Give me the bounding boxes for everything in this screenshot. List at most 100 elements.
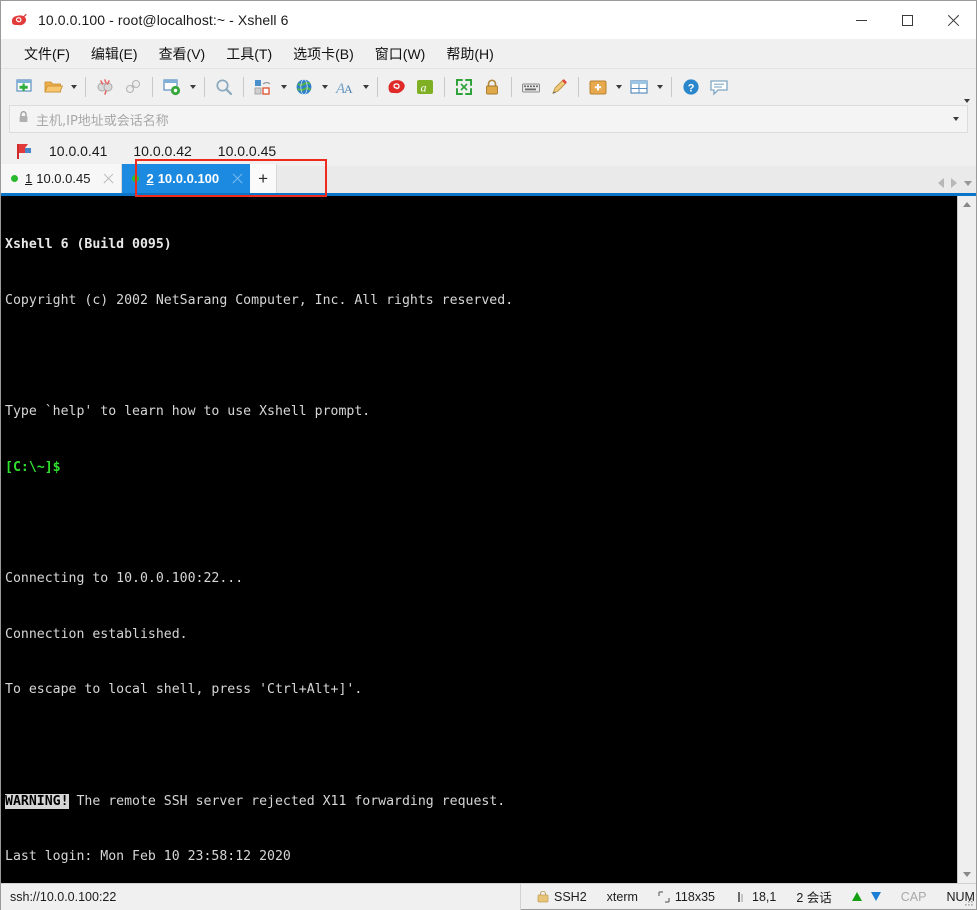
tab-session-2[interactable]: 2 10.0.0.100: [122, 164, 251, 193]
status-protocol: SSH2: [527, 884, 597, 910]
highlight-pen-button[interactable]: [545, 73, 573, 101]
terminal-line: Last login: Mon Feb 10 23:58:12 2020: [5, 849, 291, 865]
layout-dropdown[interactable]: [277, 73, 290, 101]
protocol-label: SSH2: [554, 889, 587, 904]
font-button[interactable]: A A: [331, 73, 359, 101]
menu-window[interactable]: 窗口(W): [366, 41, 435, 67]
svg-text:?: ?: [688, 83, 695, 95]
open-folder-dropdown[interactable]: [67, 73, 80, 101]
layout-button[interactable]: [249, 73, 277, 101]
toolbar-separator: [578, 77, 579, 97]
menu-edit[interactable]: 编辑(E): [82, 41, 147, 67]
tab-scroll-left-icon[interactable]: [938, 178, 944, 188]
menu-file[interactable]: 文件(F): [15, 41, 79, 67]
minimize-button[interactable]: [838, 1, 884, 39]
address-bar[interactable]: 主机,IP地址或会话名称: [9, 105, 968, 133]
status-connection: ssh://10.0.0.100:22: [1, 883, 521, 910]
terminal-output[interactable]: Xshell 6 (Build 0095) Copyright (c) 2002…: [1, 196, 957, 883]
svg-text:a: a: [421, 81, 427, 95]
toolbar: A A a ?: [1, 69, 976, 105]
globe-dropdown[interactable]: [318, 73, 331, 101]
menu-tabs[interactable]: 选项卡(B): [284, 41, 363, 67]
font-dropdown[interactable]: [359, 73, 372, 101]
font-icon: A A: [335, 81, 353, 97]
disconnect-button[interactable]: [91, 73, 119, 101]
status-size: 118x35: [648, 884, 725, 910]
tab-session-1[interactable]: 1 10.0.0.45: [1, 164, 123, 193]
bookmark-item-3[interactable]: 10.0.0.45: [218, 143, 276, 159]
lock-button[interactable]: [478, 73, 506, 101]
toolbar-separator: [377, 77, 378, 97]
tab-status-dot: [11, 175, 18, 182]
help-button[interactable]: ?: [677, 73, 705, 101]
reconnect-icon: [125, 79, 141, 94]
toolbar-overflow-button[interactable]: [964, 99, 970, 103]
terminal-warning-line: WARNING! The remote SSH server rejected …: [5, 793, 957, 812]
xftp-icon: a: [417, 80, 433, 95]
scroll-down-button[interactable]: [958, 866, 977, 883]
bookmark-item-1[interactable]: 10.0.0.41: [49, 143, 107, 159]
globe-button[interactable]: [290, 73, 318, 101]
lock-icon: [486, 79, 498, 95]
address-dropdown-button[interactable]: [953, 117, 959, 121]
chevron-up-icon: [963, 202, 971, 207]
tab-number: 2: [146, 171, 154, 186]
tab-label: 10.0.0.100: [157, 171, 220, 186]
reconnect-button[interactable]: [119, 73, 147, 101]
bookmark-item-2[interactable]: 10.0.0.42: [133, 143, 191, 159]
table-layout-icon: [630, 80, 648, 94]
resize-icon: [658, 890, 670, 903]
xftp-button[interactable]: a: [411, 73, 439, 101]
close-button[interactable]: [930, 1, 976, 39]
xshell-button[interactable]: [383, 73, 411, 101]
fullscreen-button[interactable]: [450, 73, 478, 101]
tab-close-icon[interactable]: [102, 172, 115, 185]
add-note-button[interactable]: [584, 73, 612, 101]
find-icon: [216, 79, 233, 96]
terminal-line: Connecting to 10.0.0.100:22...: [5, 570, 244, 586]
session-properties-button[interactable]: [158, 73, 186, 101]
terminal-scrollbar[interactable]: [957, 196, 976, 883]
warning-text: The remote SSH server rejected X11 forwa…: [68, 793, 506, 809]
warning-badge: WARNING!: [5, 793, 69, 809]
minimize-icon: [855, 19, 867, 21]
chevron-down-icon: [189, 85, 196, 89]
tab-bar: 1 10.0.0.45 2 10.0.0.100 +: [1, 159, 976, 197]
terminal-line: Xshell 6 (Build 0095): [5, 237, 172, 253]
cursor-label: 18,1: [752, 889, 777, 904]
status-bar: ssh://10.0.0.100:22 SSH2 xterm 118x35 18…: [1, 883, 976, 910]
chevron-down-icon: [963, 872, 971, 877]
maximize-button[interactable]: [884, 1, 930, 39]
menu-view[interactable]: 查看(V): [150, 41, 215, 67]
layout-icon: [254, 80, 271, 95]
session-properties-dropdown[interactable]: [186, 73, 199, 101]
table-layout-button[interactable]: [625, 73, 653, 101]
toolbar-separator: [243, 77, 244, 97]
table-layout-dropdown[interactable]: [653, 73, 666, 101]
terminal-line: Connection established.: [5, 626, 188, 642]
status-terminal-type: xterm: [606, 889, 638, 904]
bookmark-flag-icon: [15, 142, 35, 160]
cursor-position-icon: [738, 891, 743, 902]
feedback-button[interactable]: [705, 73, 733, 101]
toolbar-separator: [204, 77, 205, 97]
chevron-down-icon: [70, 85, 77, 89]
find-button[interactable]: [210, 73, 238, 101]
resize-grip-icon[interactable]: [962, 895, 974, 907]
menu-help[interactable]: 帮助(H): [437, 41, 502, 67]
open-folder-button[interactable]: [39, 73, 67, 101]
add-note-dropdown[interactable]: [612, 73, 625, 101]
fullscreen-icon: [456, 79, 472, 95]
tab-scroll-right-icon[interactable]: [951, 178, 957, 188]
scroll-up-button[interactable]: [958, 196, 977, 213]
tab-close-icon[interactable]: [231, 172, 244, 185]
lock-icon: [18, 110, 29, 128]
new-tab-button[interactable]: +: [250, 164, 278, 193]
keyboard-button[interactable]: [517, 73, 545, 101]
terminal-line: Copyright (c) 2002 NetSarang Computer, I…: [5, 292, 514, 308]
xshell-window: 10.0.0.100 - root@localhost:~ - Xshell 6…: [0, 0, 977, 910]
highlight-pen-icon: [552, 79, 567, 94]
new-session-button[interactable]: [11, 73, 39, 101]
tab-list-dropdown-icon[interactable]: [964, 180, 972, 186]
menu-tools[interactable]: 工具(T): [217, 41, 281, 67]
